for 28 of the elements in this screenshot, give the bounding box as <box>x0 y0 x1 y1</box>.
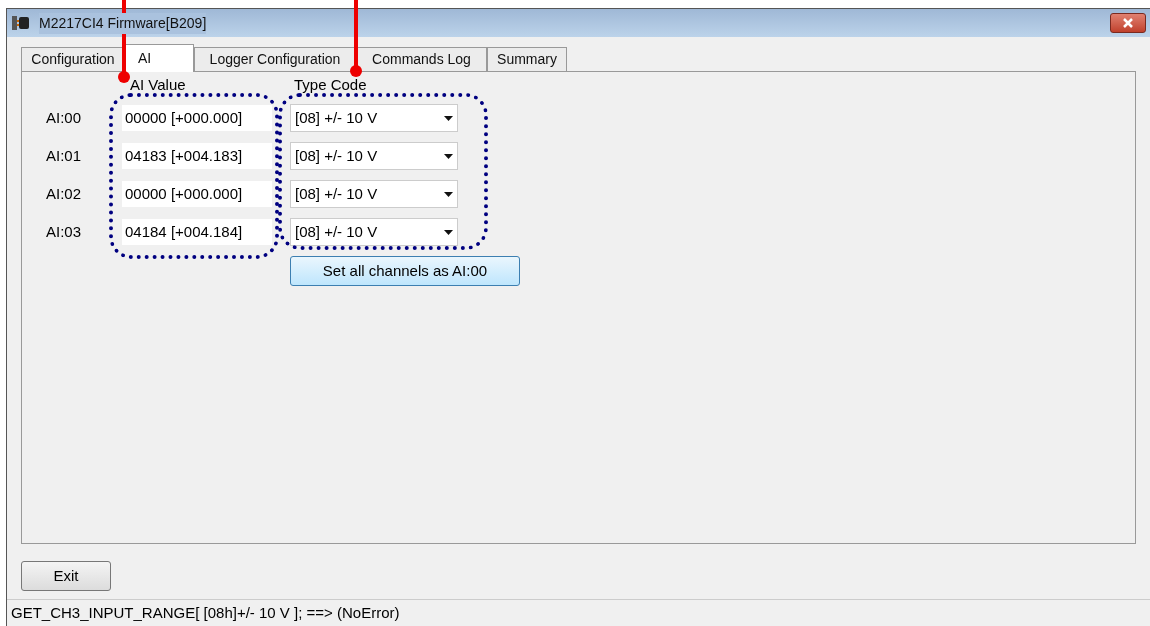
tab[interactable]: Summary <box>487 47 567 72</box>
column-header: AI Value <box>130 74 187 95</box>
channel-label: AI:02 <box>45 184 83 205</box>
value-field: 00000 [+000.000] <box>122 181 272 208</box>
set-all-button[interactable]: Set all channels as AI:00 <box>290 256 520 287</box>
channel-label: AI:03 <box>45 222 83 243</box>
value-field: 04184 [+004.184] <box>122 219 272 246</box>
window-title: M2217CI4 Firmware[B209] <box>39 12 207 34</box>
tab[interactable]: Configuration <box>21 47 125 72</box>
caret-icon <box>444 153 453 159</box>
caret-icon <box>444 229 453 235</box>
close-button[interactable] <box>1110 13 1146 34</box>
value-field: 00000 [+000.000] <box>122 105 272 132</box>
type-code-dropdown[interactable]: [08] +/- 10 V <box>290 180 458 209</box>
tab[interactable]: Commands Log <box>356 47 487 72</box>
tab[interactable]: Logger Configuration <box>194 47 356 72</box>
type-code-dropdown[interactable]: [08] +/- 10 V <box>290 218 458 247</box>
channel-label: AI:01 <box>45 146 83 167</box>
close-icon <box>1122 18 1134 29</box>
exit-button[interactable]: Exit <box>21 561 111 592</box>
column-header: Type Code <box>294 74 367 95</box>
caret-icon <box>444 191 453 197</box>
caret-icon <box>444 115 453 121</box>
channel-label: AI:00 <box>45 108 83 129</box>
type-code-dropdown[interactable]: [08] +/- 10 V <box>290 142 458 171</box>
value-field: 04183 [+004.183] <box>122 143 272 170</box>
tab[interactable]: AI <box>125 44 194 73</box>
type-code-dropdown[interactable]: [08] +/- 10 V <box>290 104 458 133</box>
